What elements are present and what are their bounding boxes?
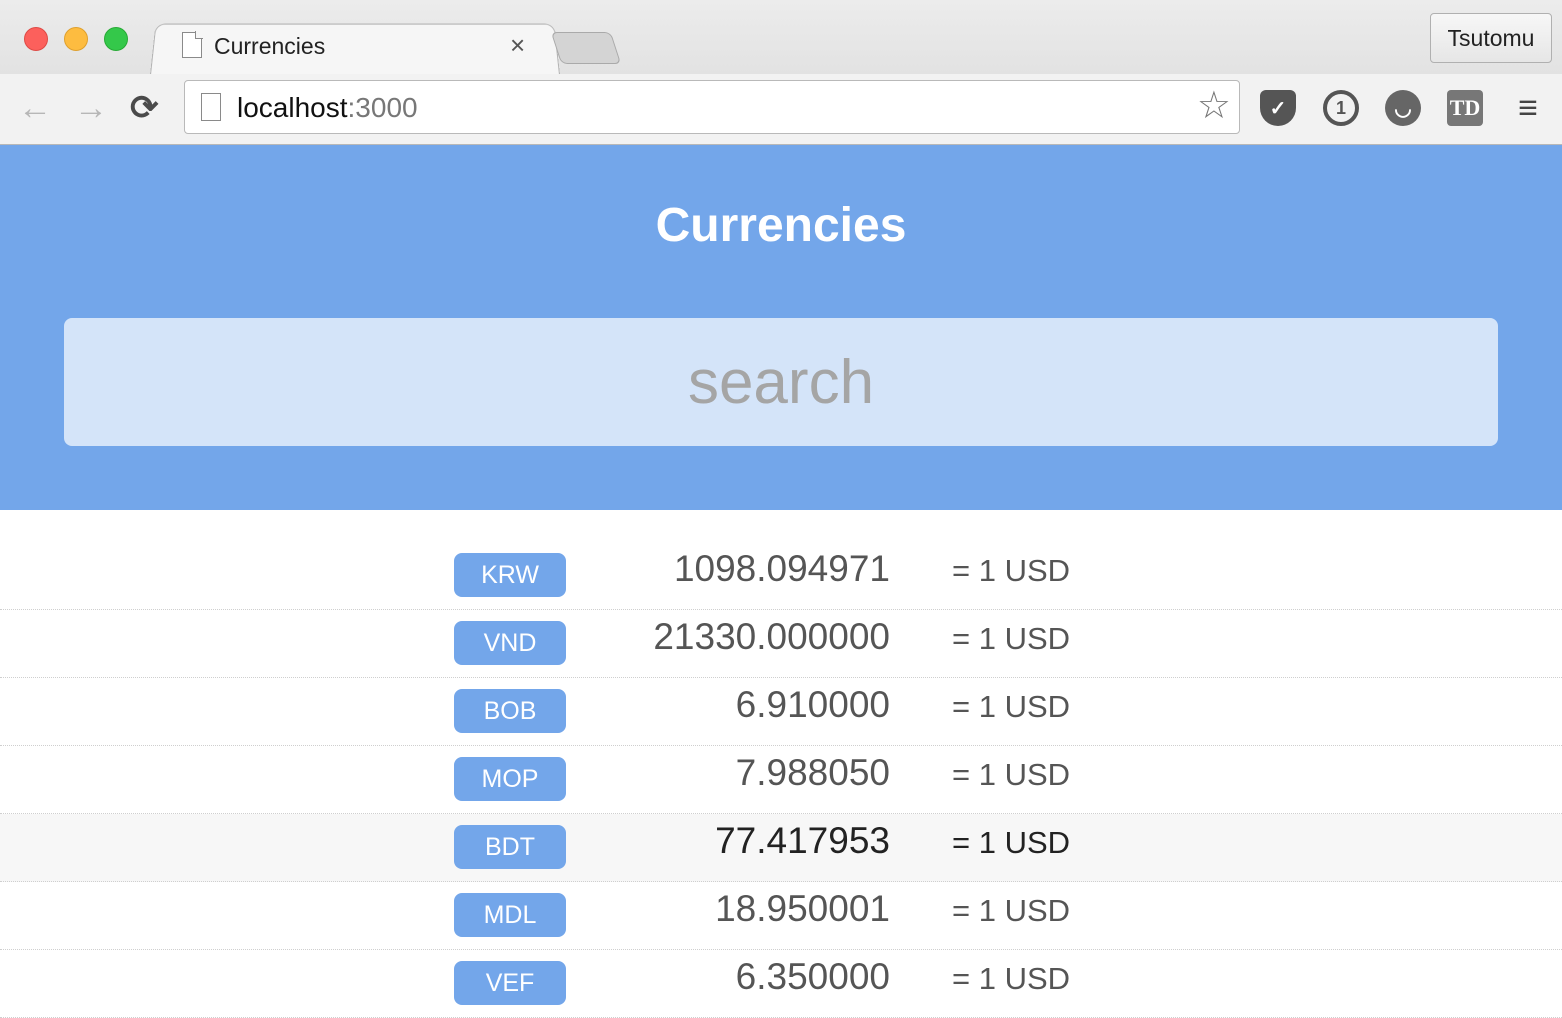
currency-row[interactable]: BOB 6.910000 = 1 USD — [0, 678, 1562, 746]
currency-row[interactable]: VEF 6.350000 = 1 USD — [0, 950, 1562, 1018]
close-window-button[interactable] — [24, 27, 48, 51]
currency-code-badge: VEF — [454, 961, 566, 1005]
back-arrow-icon[interactable]: ← — [18, 88, 52, 128]
page-title: Currencies — [655, 199, 907, 252]
currency-row[interactable]: MDL 18.950001 = 1 USD — [0, 882, 1562, 950]
reload-icon[interactable]: ⟳ — [130, 88, 159, 128]
url-host: localhost — [237, 92, 348, 123]
currency-base: = 1 USD — [952, 553, 1071, 588]
currency-row[interactable]: MOP 7.988050 = 1 USD — [0, 746, 1562, 814]
currency-base: = 1 USD — [952, 961, 1071, 996]
tweetdeck-icon[interactable]: TD — [1447, 90, 1483, 126]
currency-list: KRW 1098.094971 = 1 USD VND 21330.000000… — [0, 542, 1562, 1018]
currency-rate: 18.950001 — [715, 888, 890, 929]
bookmark-star-icon[interactable]: ☆ — [1197, 85, 1231, 127]
menu-icon[interactable]: ≡ — [1510, 89, 1546, 127]
currency-base: = 1 USD — [952, 757, 1071, 792]
browser-chrome: Currencies × Tsutomu ← → ⟳ localhost:300… — [0, 0, 1562, 145]
currency-row[interactable]: BDT 77.417953 = 1 USD — [0, 814, 1562, 882]
currency-base: = 1 USD — [952, 621, 1071, 656]
currency-row[interactable]: VND 21330.000000 = 1 USD — [0, 610, 1562, 678]
currency-base: = 1 USD — [952, 893, 1071, 928]
close-tab-icon[interactable]: × — [510, 30, 525, 60]
currency-row[interactable]: KRW 1098.094971 = 1 USD — [0, 542, 1562, 610]
face-icon[interactable]: ◡ — [1385, 90, 1421, 126]
currency-code-badge: VND — [454, 621, 566, 665]
currency-code-badge: MOP — [454, 757, 566, 801]
address-bar[interactable]: localhost:3000 ☆ — [184, 80, 1240, 134]
currency-rate: 77.417953 — [715, 820, 890, 861]
pocket-icon[interactable]: ✓ — [1260, 90, 1296, 126]
currency-rate: 7.988050 — [735, 752, 890, 793]
page-info-icon[interactable] — [201, 93, 221, 121]
url-text[interactable]: localhost:3000 — [237, 91, 418, 125]
forward-arrow-icon[interactable]: → — [74, 88, 108, 128]
page-icon — [182, 31, 203, 58]
tab-content: Currencies × — [182, 30, 532, 66]
currency-rate: 6.910000 — [735, 684, 890, 725]
tab-title: Currencies — [214, 33, 326, 59]
currency-base: = 1 USD — [952, 689, 1071, 724]
minimize-window-button[interactable] — [64, 27, 88, 51]
profile-button[interactable]: Tsutomu — [1430, 13, 1552, 63]
new-tab-button[interactable] — [550, 32, 622, 64]
zoom-window-button[interactable] — [104, 27, 128, 51]
currency-code-badge: BOB — [454, 689, 566, 733]
currency-rate: 1098.094971 — [673, 548, 890, 589]
currency-code-badge: KRW — [454, 553, 566, 597]
currency-code-badge: MDL — [454, 893, 566, 937]
currency-base: = 1 USD — [952, 825, 1071, 860]
onepassword-icon[interactable]: 1 — [1323, 90, 1359, 126]
url-port: :3000 — [347, 92, 418, 123]
currency-rate: 6.350000 — [735, 956, 890, 997]
search-input[interactable] — [64, 318, 1498, 446]
currency-code-badge: BDT — [454, 825, 566, 869]
currency-rate: 21330.000000 — [653, 616, 890, 657]
